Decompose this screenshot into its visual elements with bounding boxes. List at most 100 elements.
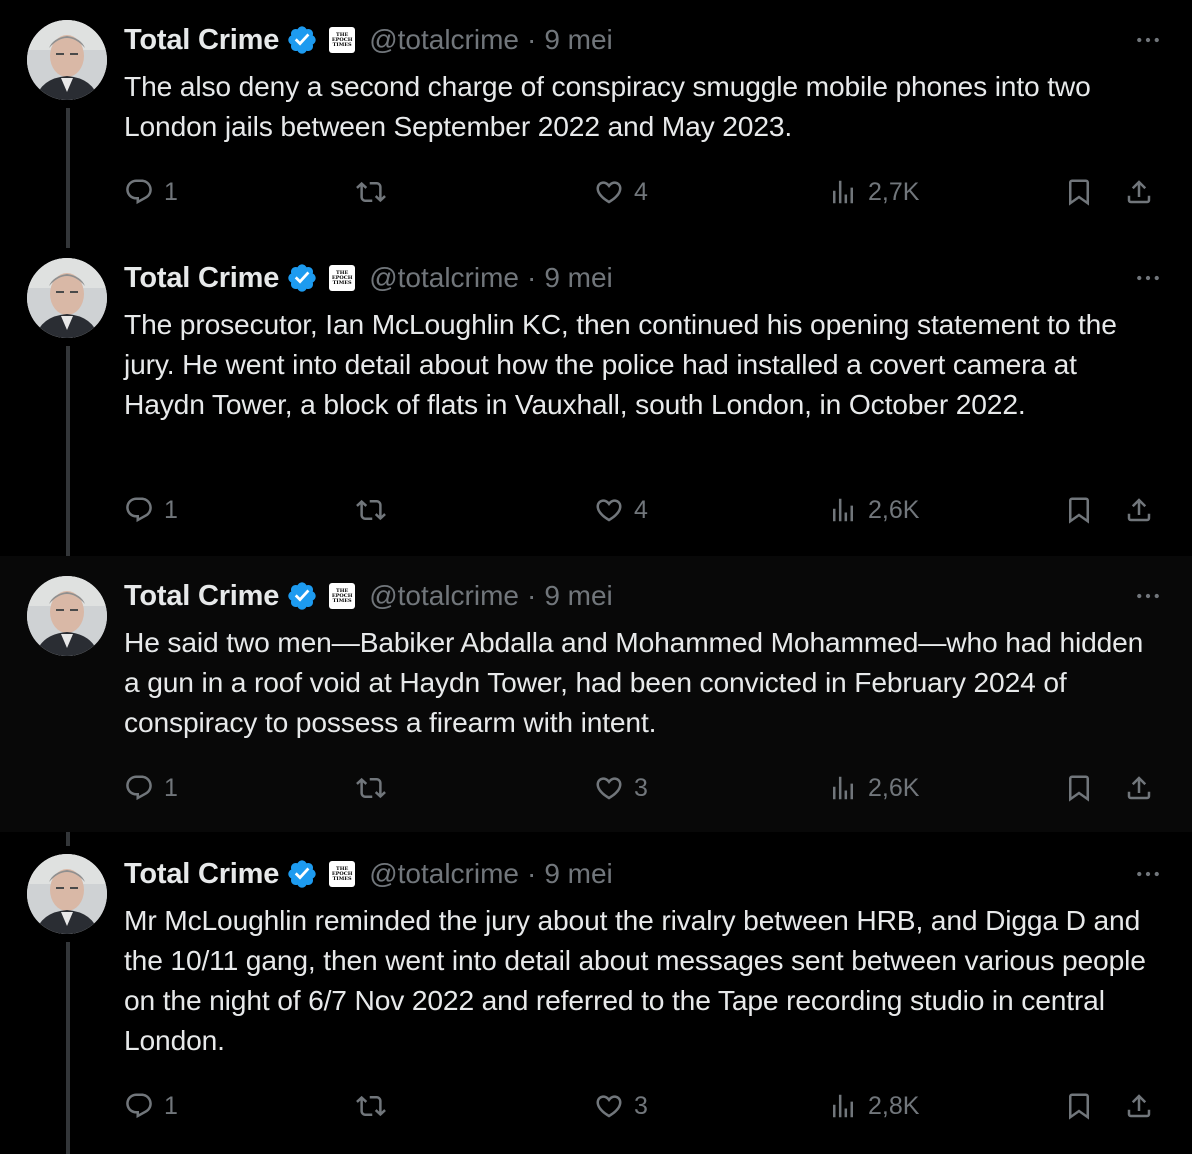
avatar[interactable] [27, 258, 107, 338]
tweet-date[interactable]: 9 mei [544, 858, 612, 890]
affiliate-badge[interactable]: THE EPOCH TIMES [329, 861, 356, 887]
separator: · [526, 858, 537, 889]
share-button[interactable] [1124, 488, 1154, 532]
share-button[interactable] [1124, 766, 1154, 810]
views-button[interactable]: 2,8K [828, 1084, 919, 1128]
tweet-header: Total Crime THE EPOCH TIMES @totalcrime · … [124, 18, 613, 62]
author-handle[interactable]: @totalcrime [369, 24, 519, 56]
tweet[interactable]: Total Crime THE EPOCH TIMES @totalcrime · … [0, 834, 1192, 1154]
avatar[interactable] [27, 576, 107, 656]
bookmark-button[interactable] [1064, 488, 1094, 532]
views-icon [828, 773, 858, 803]
bookmark-icon [1064, 495, 1094, 525]
author-handle[interactable]: @totalcrime [369, 858, 519, 890]
bookmark-button[interactable] [1064, 170, 1094, 214]
author-name[interactable]: Total Crime [124, 24, 279, 57]
verified-icon[interactable] [286, 580, 318, 612]
affiliate-badge[interactable]: THE EPOCH TIMES [329, 583, 356, 609]
views-icon [828, 1091, 858, 1121]
retweet-button[interactable] [356, 488, 396, 532]
views-button[interactable]: 2,6K [828, 488, 919, 532]
tweet-actions: 1 3 2,8K [124, 1084, 1164, 1128]
retweet-icon [356, 1091, 386, 1121]
separator: · [526, 580, 537, 611]
tweet-actions: 1 3 2,6K [124, 766, 1164, 810]
affiliate-badge-text: THE EPOCH TIMES [331, 587, 353, 604]
reply-button[interactable]: 1 [124, 766, 178, 810]
like-count: 4 [634, 495, 648, 524]
more-icon[interactable] [1128, 258, 1168, 298]
bookmark-icon [1064, 773, 1094, 803]
reply-button[interactable]: 1 [124, 488, 178, 532]
reply-icon [124, 177, 154, 207]
tweet-date[interactable]: 9 mei [544, 24, 612, 56]
views-button[interactable]: 2,6K [828, 766, 919, 810]
author-handle[interactable]: @totalcrime [369, 580, 519, 612]
tweet-header: Total Crime THE EPOCH TIMES @totalcrime · … [124, 852, 613, 896]
tweet-text: Mr McLoughlin reminded the jury about th… [124, 904, 1146, 1056]
views-count: 2,6K [868, 773, 920, 802]
tweet-text: He said two men—Babiker Abdalla and Moha… [124, 626, 1144, 738]
reply-count: 1 [164, 773, 178, 802]
heart-icon [594, 495, 624, 525]
retweet-icon [356, 177, 386, 207]
retweet-icon [356, 495, 386, 525]
avatar[interactable] [27, 20, 107, 100]
views-count: 2,7K [868, 177, 920, 206]
heart-icon [594, 1091, 624, 1121]
views-icon [828, 495, 858, 525]
affiliate-badge[interactable]: THE EPOCH TIMES [329, 265, 356, 291]
share-button[interactable] [1124, 170, 1154, 214]
views-icon [828, 177, 858, 207]
retweet-button[interactable] [356, 1084, 396, 1128]
bookmark-button[interactable] [1064, 1084, 1094, 1128]
tweet-header: Total Crime THE EPOCH TIMES @totalcrime · … [124, 256, 613, 300]
bookmark-icon [1064, 1091, 1094, 1121]
avatar[interactable] [27, 854, 107, 934]
verified-icon[interactable] [286, 858, 318, 890]
affiliate-badge[interactable]: THE EPOCH TIMES [329, 27, 356, 53]
like-button[interactable]: 3 [594, 766, 648, 810]
views-button[interactable]: 2,7K [828, 170, 919, 214]
retweet-icon [356, 773, 386, 803]
tweet-header: Total Crime THE EPOCH TIMES @totalcrime · … [124, 574, 613, 618]
reply-icon [124, 1091, 154, 1121]
share-icon [1124, 495, 1154, 525]
author-handle[interactable]: @totalcrime [369, 262, 519, 294]
heart-icon [594, 177, 624, 207]
retweet-button[interactable] [356, 766, 396, 810]
share-icon [1124, 773, 1154, 803]
tweet[interactable]: Total Crime THE EPOCH TIMES @totalcrime · … [0, 238, 1192, 552]
tweet-date[interactable]: 9 mei [544, 580, 612, 612]
more-icon[interactable] [1128, 576, 1168, 616]
more-icon[interactable] [1128, 854, 1168, 894]
like-button[interactable]: 4 [594, 488, 648, 532]
tweet-text: The also deny a second charge of conspir… [124, 70, 1091, 142]
share-button[interactable] [1124, 1084, 1154, 1128]
more-icon[interactable] [1128, 20, 1168, 60]
views-count: 2,6K [868, 495, 920, 524]
reply-button[interactable]: 1 [124, 170, 178, 214]
reply-button[interactable]: 1 [124, 1084, 178, 1128]
tweet[interactable]: Total Crime THE EPOCH TIMES @totalcrime · … [0, 556, 1192, 832]
author-name[interactable]: Total Crime [124, 858, 279, 891]
tweet[interactable]: Total Crime THE EPOCH TIMES @totalcrime · … [0, 0, 1192, 238]
tweet-actions: 1 4 2,7K [124, 170, 1164, 214]
affiliate-badge-text: THE EPOCH TIMES [331, 31, 353, 48]
verified-icon[interactable] [286, 24, 318, 56]
affiliate-badge-text: THE EPOCH TIMES [331, 269, 353, 286]
tweet-text: The prosecutor, Ian McLoughlin KC, then … [124, 308, 1117, 420]
tweet-actions: 1 4 2,6K [124, 488, 1164, 532]
separator: · [526, 24, 537, 55]
like-count: 3 [634, 1091, 648, 1120]
like-button[interactable]: 3 [594, 1084, 648, 1128]
bookmark-button[interactable] [1064, 766, 1094, 810]
separator: · [526, 262, 537, 293]
retweet-button[interactable] [356, 170, 396, 214]
reply-count: 1 [164, 177, 178, 206]
verified-icon[interactable] [286, 262, 318, 294]
author-name[interactable]: Total Crime [124, 262, 279, 295]
like-button[interactable]: 4 [594, 170, 648, 214]
author-name[interactable]: Total Crime [124, 580, 279, 613]
tweet-date[interactable]: 9 mei [544, 262, 612, 294]
